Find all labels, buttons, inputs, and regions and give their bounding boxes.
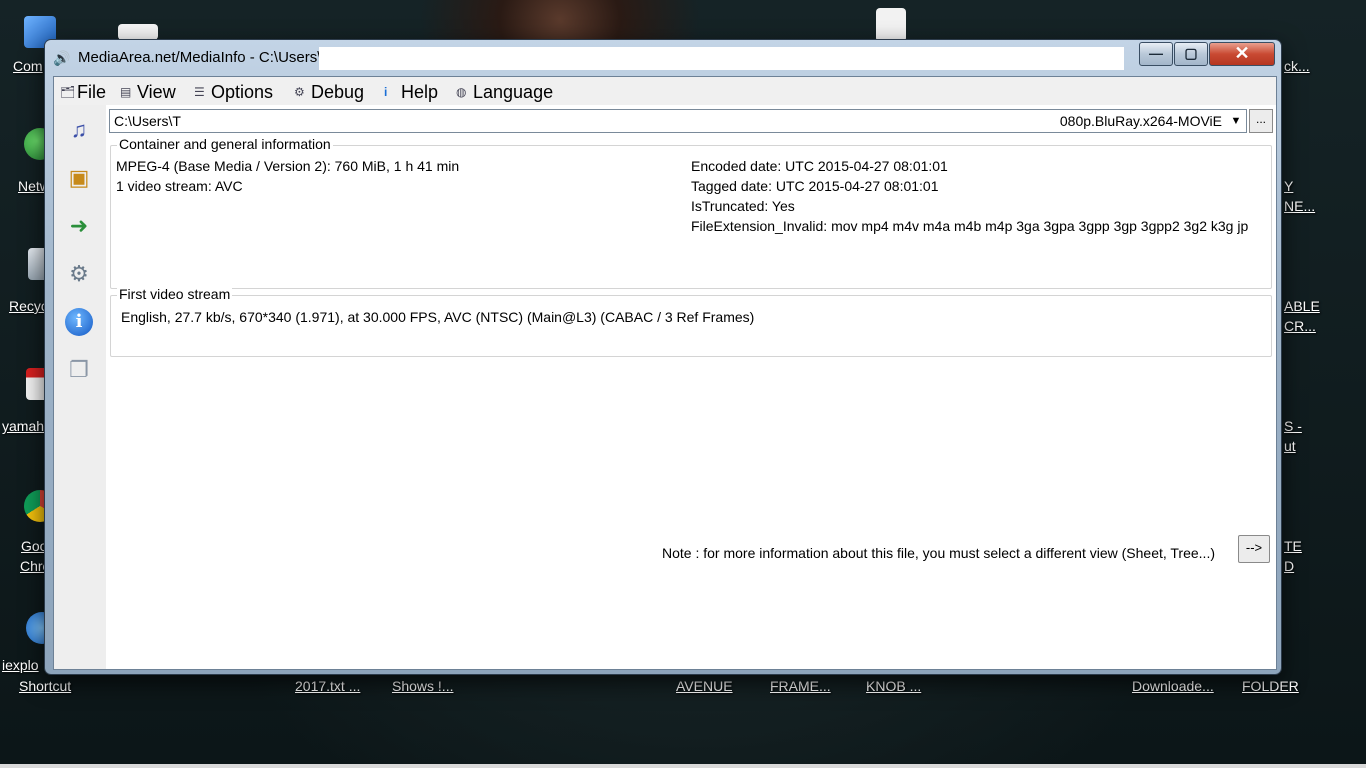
title-bar[interactable]: 🔊 MediaArea.net/MediaInfo - C:\Users\ — …	[45, 40, 1281, 76]
redacted-path-area	[186, 113, 1046, 130]
client-area: 🗂File ▤ View ☰ Options ⚙ Debug i Help ◍ Langu…	[53, 76, 1277, 670]
desktop-icon-label[interactable]: iexplo	[2, 657, 39, 673]
about-icon[interactable]: i	[62, 305, 96, 339]
minimize-button[interactable]: —	[1139, 42, 1173, 66]
language-icon: ◍	[456, 85, 467, 99]
file-path-row: C:\Users\T 080p.BluRay.x264-MOViE ▼ ...	[109, 109, 1273, 133]
desktop-icon-label[interactable]: TE	[1284, 538, 1302, 554]
window-title: MediaArea.net/MediaInfo - C:\Users\	[78, 49, 322, 66]
menu-options[interactable]: ☰ Options	[194, 81, 273, 103]
open-folder-icon[interactable]: ▣	[62, 161, 96, 195]
taskbar-edge	[0, 764, 1366, 768]
debug-icon: ⚙	[294, 85, 305, 99]
desktop-icon-label[interactable]: yamah	[2, 418, 44, 434]
desktop-icon-label[interactable]: NE...	[1284, 198, 1315, 214]
mediainfo-window[interactable]: 🔊 MediaArea.net/MediaInfo - C:\Users\ — …	[45, 40, 1281, 674]
desktop-icon-label[interactable]: KNOB ...	[866, 678, 921, 694]
knowledge-base-icon[interactable]: ❐	[62, 353, 96, 387]
desktop-icon-label[interactable]: Y	[1284, 178, 1293, 194]
istruncated-line: IsTruncated: Yes	[691, 198, 795, 214]
menu-view[interactable]: ▤ View	[120, 81, 176, 103]
desktop-icon-label[interactable]: Goo	[21, 538, 47, 554]
toolbar-sidebar: ♫ ▣ ➜ ⚙ i ❐	[54, 105, 106, 669]
general-info-title: Container and general information	[117, 136, 333, 152]
general-info-group: Container and general information MPEG-4…	[110, 136, 1272, 289]
options-icon: ☰	[194, 85, 205, 99]
desktop-icon-label[interactable]: FOLDER	[1242, 678, 1299, 694]
export-icon[interactable]: ➜	[62, 209, 96, 243]
desktop-icon-label[interactable]: AVENUE	[676, 678, 733, 694]
menu-file-label: File	[77, 82, 107, 102]
desktop-icon-label[interactable]: CR...	[1284, 318, 1316, 334]
desktop-icon-label[interactable]: FRAME...	[770, 678, 831, 694]
general-stream-count-line: 1 video stream: AVC	[116, 178, 243, 194]
preferences-icon[interactable]: ⚙	[62, 257, 96, 291]
menu-language[interactable]: ◍ Language	[456, 81, 553, 103]
open-file-icon[interactable]: ♫	[62, 113, 96, 147]
desktop-icon-label[interactable]: ck...	[1284, 58, 1310, 74]
menu-debug-label: Debug	[311, 82, 365, 102]
menu-view-label: View	[137, 82, 176, 102]
text-document-icon[interactable]	[118, 24, 158, 40]
video-stream-details: English, 27.7 kb/s, 670*340 (1.971), at …	[121, 309, 755, 325]
browse-button[interactable]: ...	[1249, 109, 1273, 133]
desktop-icon-label[interactable]: ut	[1284, 438, 1296, 454]
maximize-button[interactable]: ▢	[1174, 42, 1208, 66]
file-icon: 🗂	[60, 85, 76, 99]
view-icon: ▤	[120, 85, 132, 99]
desktop-icon-label[interactable]: 2017.txt ...	[295, 678, 360, 694]
general-format-line: MPEG-4 (Base Media / Version 2): 760 MiB…	[116, 158, 460, 174]
menu-bar: 🗂File ▤ View ☰ Options ⚙ Debug i Help ◍ Langu…	[54, 77, 1276, 105]
video-stream-title: First video stream	[117, 286, 233, 302]
dropdown-arrow-icon[interactable]: ▼	[1226, 110, 1246, 132]
file-path-combobox[interactable]: C:\Users\T 080p.BluRay.x264-MOViE ▼	[109, 109, 1247, 133]
close-button[interactable]: ✕	[1209, 42, 1275, 66]
menu-debug[interactable]: ⚙ Debug	[294, 81, 364, 103]
speaker-icon: 🔊	[53, 50, 71, 66]
more-info-button[interactable]: -->	[1238, 535, 1270, 563]
desktop-icon-label[interactable]: ABLE	[1284, 298, 1320, 314]
desktop-icon-label[interactable]: Shortcut	[19, 678, 71, 694]
tagged-date-line: Tagged date: UTC 2015-04-27 08:01:01	[691, 178, 939, 194]
desktop-icon-label[interactable]: Recyc	[9, 298, 48, 314]
desktop-icon-label[interactable]: Com	[13, 58, 43, 74]
help-icon: i	[384, 85, 388, 99]
encoded-date-line: Encoded date: UTC 2015-04-27 08:01:01	[691, 158, 948, 174]
desktop-icon-label[interactable]: Downloade...	[1132, 678, 1214, 694]
redacted-title-area	[319, 47, 1124, 70]
desktop-icon-label[interactable]: Shows !...	[392, 678, 453, 694]
menu-help[interactable]: i Help	[384, 81, 438, 103]
menu-file[interactable]: 🗂File	[60, 81, 106, 103]
file-path-suffix: 080p.BluRay.x264-MOViE	[1055, 110, 1222, 132]
text-document-icon[interactable]	[876, 8, 906, 42]
desktop-icon-label[interactable]: D	[1284, 558, 1294, 574]
more-info-note: Note : for more information about this f…	[662, 545, 1215, 561]
menu-options-label: Options	[211, 82, 274, 102]
menu-help-label: Help	[401, 82, 439, 102]
menu-language-label: Language	[473, 82, 554, 102]
desktop-icon-label[interactable]: S -	[1284, 418, 1302, 434]
file-extension-invalid-line: FileExtension_Invalid: mov mp4 m4v m4a m…	[691, 218, 1249, 234]
video-stream-group: First video stream English, 27.7 kb/s, 6…	[110, 286, 1272, 357]
file-path-prefix: C:\Users\T	[114, 113, 181, 129]
